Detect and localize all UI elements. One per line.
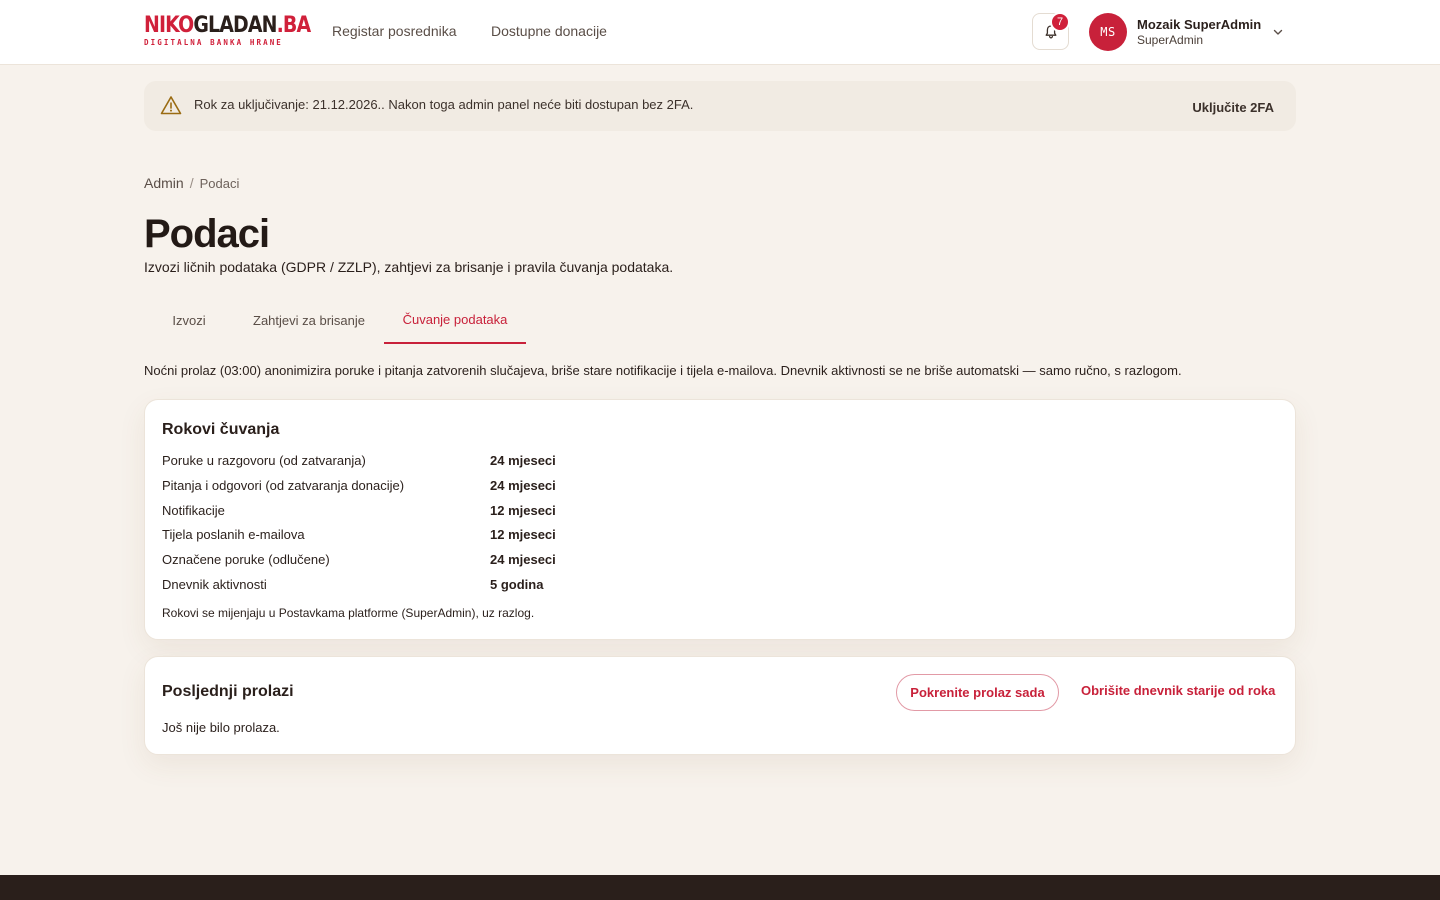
- retention-note: Rokovi se mijenjaju u Postavkama platfor…: [162, 606, 535, 620]
- retention-row: Poruke u razgovoru (od zatvaranja) 24 mj…: [162, 453, 762, 473]
- nav-link-registar-posrednika[interactable]: Registar posrednika: [332, 23, 457, 39]
- brand-logo[interactable]: NIKOGLADAN.BA DIGITALNA BANKA HRANE: [144, 15, 337, 47]
- tab-izvozi[interactable]: Izvozi: [144, 297, 234, 344]
- tab-cuvanje-podataka[interactable]: Čuvanje podataka: [384, 297, 526, 344]
- tab-zahtjevi-za-brisanje[interactable]: Zahtjevi za brisanje: [234, 297, 384, 344]
- breadcrumb-current: Podaci: [199, 176, 240, 191]
- top-bar: NIKOGLADAN.BA DIGITALNA BANKA HRANE Regi…: [0, 0, 1440, 65]
- user-role: SuperAdmin: [1137, 33, 1204, 47]
- retention-periods-card: Rokovi čuvanja Poruke u razgovoru (od za…: [144, 399, 1296, 640]
- alert-message: Rok za uključivanje: 21.12.2026.. Nakon …: [194, 97, 694, 112]
- user-name[interactable]: Mozaik SuperAdmin: [1137, 17, 1261, 32]
- chevron-down-icon[interactable]: [1272, 26, 1284, 38]
- retention-value: 24 mjeseci: [490, 478, 556, 493]
- retention-value: 5 godina: [490, 577, 544, 592]
- card-title: Posljednji prolazi: [162, 683, 294, 700]
- retention-value: 12 mjeseci: [490, 527, 556, 542]
- twofa-alert: Rok za uključivanje: 21.12.2026.. Nakon …: [144, 81, 1296, 131]
- retention-label: Poruke u razgovoru (od zatvaranja): [162, 453, 366, 468]
- retention-row: Tijela poslanih e-mailova 12 mjeseci: [162, 527, 762, 547]
- page-subtitle: Izvozi ličnih podataka (GDPR / ZZLP), za…: [144, 259, 674, 275]
- logo-tagline: DIGITALNA BANKA HRANE: [144, 38, 283, 47]
- card-title: Rokovi čuvanja: [162, 421, 280, 438]
- notification-count-badge: 7: [1050, 12, 1070, 32]
- logo-wordmark: NIKOGLADAN.BA: [144, 13, 311, 38]
- retention-label: Pitanja i odgovori (od zatvaranja donaci…: [162, 478, 405, 493]
- retention-row: Pitanja i odgovori (od zatvaranja donaci…: [162, 478, 762, 498]
- retention-label: Dnevnik aktivnosti: [162, 577, 267, 592]
- recent-runs-card: Posljednji prolazi Pokrenite prolaz sada…: [144, 656, 1296, 755]
- retention-value: 24 mjeseci: [490, 552, 556, 567]
- retention-value: 24 mjeseci: [490, 453, 556, 468]
- retention-row: Dnevnik aktivnosti 5 godina: [162, 577, 762, 597]
- runs-empty-state: Još nije bilo prolaza.: [162, 720, 280, 735]
- breadcrumb: Admin / Podaci: [144, 175, 239, 191]
- breadcrumb-separator: /: [189, 175, 194, 191]
- retention-label: Označene poruke (odlučene): [162, 552, 330, 567]
- breadcrumb-admin[interactable]: Admin: [144, 175, 184, 191]
- user-avatar[interactable]: MS: [1089, 13, 1127, 51]
- purge-log-link[interactable]: Obrišite dnevnik starije od roka: [1081, 683, 1275, 698]
- warning-triangle-icon: [160, 96, 182, 115]
- retention-value: 12 mjeseci: [490, 503, 556, 518]
- run-now-button[interactable]: Pokrenite prolaz sada: [896, 674, 1059, 711]
- retention-row: Notifikacije 12 mjeseci: [162, 503, 762, 523]
- page-title: Podaci: [144, 212, 270, 256]
- retention-intro-text: Noćni prolaz (03:00) anonimizira poruke …: [144, 363, 1182, 378]
- retention-label: Tijela poslanih e-mailova: [162, 527, 305, 542]
- footer: [0, 875, 1440, 900]
- nav-link-dostupne-donacije[interactable]: Dostupne donacije: [491, 23, 607, 39]
- retention-label: Notifikacije: [162, 503, 225, 518]
- enable-2fa-link[interactable]: Uključite 2FA: [1192, 100, 1274, 115]
- retention-row: Označene poruke (odlučene) 24 mjeseci: [162, 552, 762, 572]
